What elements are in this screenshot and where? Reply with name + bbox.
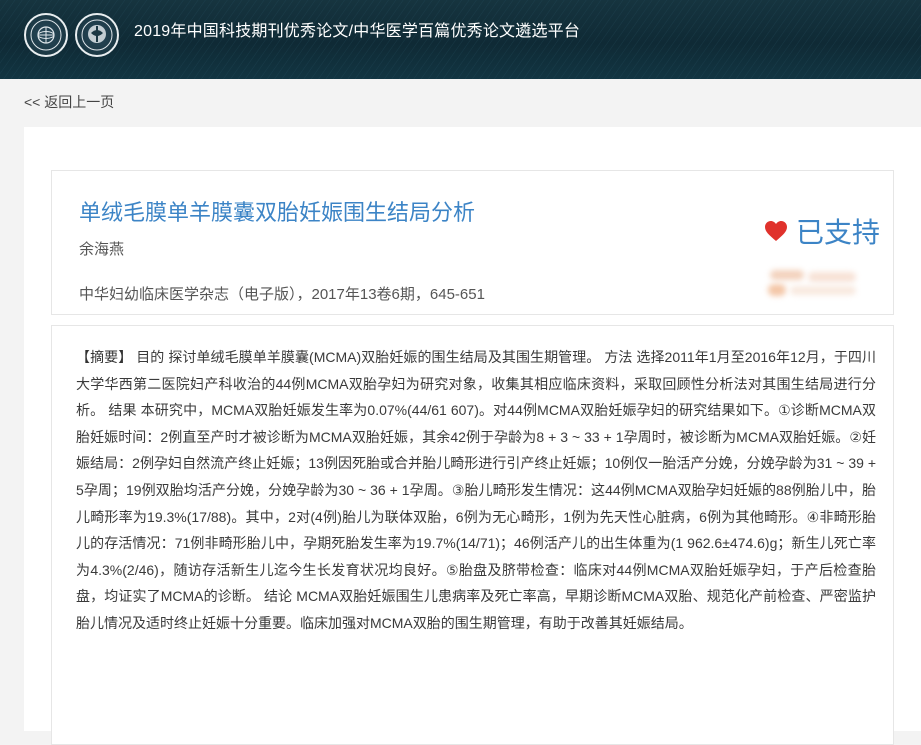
association-logo-icon[interactable] [75, 13, 119, 57]
support-label: 已支持 [796, 217, 881, 248]
abstract-body: 目的 探讨单绒毛膜单羊膜囊(MCMA)双胎妊娠的围生结局及其围生期管理。 方法 … [76, 349, 877, 631]
abstract-box: 【摘要】 目的 探讨单绒毛膜单羊膜囊(MCMA)双胎妊娠的围生结局及其围生期管理… [51, 325, 894, 745]
abstract-tag: 【摘要】 [76, 349, 133, 365]
site-title: 2019年中国科技期刊优秀论文/中华医学百篇优秀论文遴选平台 [134, 23, 581, 40]
main-panel: 单绒毛膜单羊膜囊双胎妊娠围生结局分析 余海燕 中华妇幼临床医学杂志（电子版），2… [24, 127, 921, 745]
back-link[interactable]: << 返回上一页 [24, 92, 114, 112]
article-title[interactable]: 单绒毛膜单羊膜囊双胎妊娠围生结局分析 [79, 195, 475, 227]
blurred-supporters [764, 268, 860, 300]
journal-logo-icon[interactable] [24, 13, 68, 57]
article-author: 余海燕 [79, 241, 125, 258]
support-button[interactable]: 已支持 [764, 214, 880, 248]
article-info-box: 单绒毛膜单羊膜囊双胎妊娠围生结局分析 余海燕 中华妇幼临床医学杂志（电子版），2… [51, 170, 894, 315]
site-header: 2019年中国科技期刊优秀论文/中华医学百篇优秀论文遴选平台 [0, 0, 921, 79]
article-source: 中华妇幼临床医学杂志（电子版），2017年13卷6期，645-651 [79, 286, 485, 303]
heart-icon [765, 221, 787, 241]
abstract-text: 【摘要】 目的 探讨单绒毛膜单羊膜囊(MCMA)双胎妊娠的围生结局及其围生期管理… [76, 344, 876, 637]
